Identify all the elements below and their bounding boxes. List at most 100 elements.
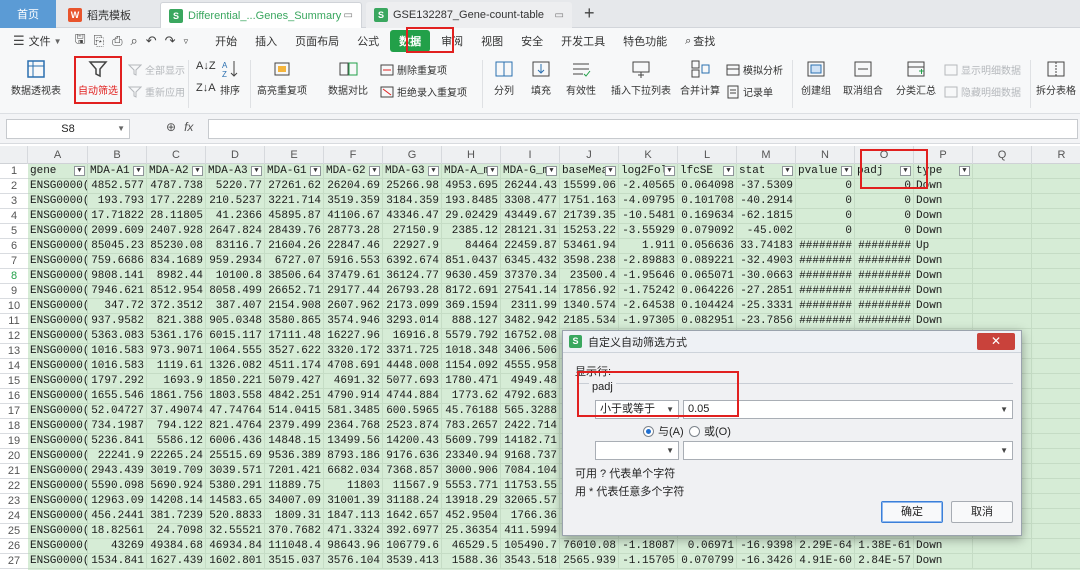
empty-cell[interactable] [1032,269,1080,284]
column-title-cell[interactable]: MDA-G_m ▼ [501,164,560,179]
filter-dropdown-icon[interactable]: ▼ [251,166,262,176]
table-cell[interactable]: 392.6977 [383,524,442,539]
row-header-19[interactable]: 19 [0,434,28,449]
table-cell[interactable]: 381.7239 [147,509,206,524]
table-cell[interactable]: ######## [796,239,855,254]
row-header-10[interactable]: 10 [0,299,28,314]
filter-dropdown-icon[interactable]: ▼ [959,166,970,176]
table-cell[interactable]: 45895.87 [265,209,324,224]
table-cell[interactable]: 6727.07 [265,254,324,269]
table-cell[interactable]: 1588.36 [442,554,501,569]
table-cell[interactable]: 0.064098 [678,179,737,194]
table-cell[interactable]: 15253.22 [560,224,619,239]
table-cell[interactable]: 41106.67 [324,209,383,224]
table-cell[interactable]: Down [914,209,973,224]
empty-cell[interactable] [1032,374,1080,389]
table-cell[interactable]: 210.5237 [206,194,265,209]
sort-button[interactable]: AZ 排序 [216,56,244,97]
table-cell[interactable]: 98643.96 [324,539,383,554]
table-cell[interactable]: ######## [796,299,855,314]
menu-start[interactable]: 开始 [206,30,246,52]
table-cell[interactable]: Up [914,239,973,254]
table-cell[interactable]: 5916.553 [324,254,383,269]
table-cell[interactable]: 1642.657 [383,509,442,524]
column-header-c[interactable]: C [147,146,206,164]
table-cell[interactable]: 0.104424 [678,299,737,314]
column-header-l[interactable]: L [678,146,737,164]
column-title-cell[interactable]: gene ▼ [28,164,88,179]
table-cell[interactable]: 6682.034 [324,464,383,479]
table-cell[interactable]: 14208.14 [147,494,206,509]
table-cell[interactable]: -30.0663 [737,269,796,284]
table-cell[interactable]: 43269 [88,539,147,554]
table-cell[interactable]: 1655.546 [88,389,147,404]
table-cell[interactable]: 3574.946 [324,314,383,329]
table-cell[interactable]: 8982.44 [147,269,206,284]
column-header-g[interactable]: G [383,146,442,164]
table-cell[interactable]: 3184.359 [383,194,442,209]
filter-dropdown-icon[interactable]: ▼ [192,166,203,176]
or-radio[interactable]: 或(O) [689,423,731,439]
table-cell[interactable]: 33.74183 [737,239,796,254]
table-cell[interactable]: 0 [855,194,914,209]
table-cell[interactable]: Down [914,554,973,569]
row-header-23[interactable]: 23 [0,494,28,509]
file-menu[interactable]: ☰ 文件 ▼ [0,30,71,52]
table-cell[interactable]: 3515.037 [265,554,324,569]
table-cell[interactable]: 32065.57 [501,494,560,509]
table-cell[interactable]: 0.082951 [678,314,737,329]
table-cell[interactable]: 15599.06 [560,179,619,194]
menu-search[interactable]: ⌕ 查找 [676,30,724,52]
table-cell[interactable]: 26244.43 [501,179,560,194]
table-cell[interactable]: ENSG0000( [28,209,88,224]
table-cell[interactable]: 851.0437 [442,254,501,269]
table-cell[interactable]: 6006.436 [206,434,265,449]
column-header-f[interactable]: F [324,146,383,164]
table-cell[interactable]: 1.911 [619,239,678,254]
table-cell[interactable]: 411.5994 [501,524,560,539]
table-cell[interactable]: -23.7856 [737,314,796,329]
table-cell[interactable]: 25.36354 [442,524,501,539]
new-tab-button[interactable]: + [584,4,595,22]
table-cell[interactable]: 3293.014 [383,314,442,329]
row-header-5[interactable]: 5 [0,224,28,239]
sort-descending-icon[interactable]: Z↓A [196,82,216,94]
table-cell[interactable]: ENSG0000( [28,179,88,194]
table-cell[interactable]: 1602.801 [206,554,265,569]
table-cell[interactable]: 1773.62 [442,389,501,404]
table-cell[interactable]: 5586.12 [147,434,206,449]
table-cell[interactable]: 9630.459 [442,269,501,284]
filter-dropdown-icon[interactable]: ▼ [664,166,675,176]
table-cell[interactable]: 0 [796,209,855,224]
table-cell[interactable]: 2523.874 [383,419,442,434]
table-cell[interactable]: 22265.24 [147,449,206,464]
menu-page-layout[interactable]: 页面布局 [286,30,348,52]
fill-button[interactable]: 填充 [526,56,556,97]
table-cell[interactable]: 821.4764 [206,419,265,434]
table-cell[interactable]: 0 [855,209,914,224]
print-preview-icon[interactable]: ⌕ [126,33,141,49]
table-cell[interactable]: 0.064226 [678,284,737,299]
validity-button[interactable]: 有效性 [562,56,600,97]
table-cell[interactable]: 4691.32 [324,374,383,389]
table-cell[interactable]: 52.04727 [88,404,147,419]
table-cell[interactable]: ######## [796,314,855,329]
table-cell[interactable]: 5579.792 [442,329,501,344]
table-cell[interactable]: 27541.14 [501,284,560,299]
table-cell[interactable]: 834.1689 [147,254,206,269]
create-group-button[interactable]: 创建组 [798,56,834,97]
hide-detail-button[interactable]: 隐藏明细数据 [944,84,1021,99]
column-title-cell[interactable]: stat ▼ [737,164,796,179]
table-cell[interactable]: 0.079092 [678,224,737,239]
row-header-21[interactable]: 21 [0,464,28,479]
table-cell[interactable]: -2.89883 [619,254,678,269]
table-cell[interactable]: 3539.413 [383,554,442,569]
column-title-cell[interactable]: log2Fol ▼ [619,164,678,179]
filter-dropdown-icon[interactable]: ▼ [900,166,911,176]
table-cell[interactable]: 1693.9 [147,374,206,389]
table-cell[interactable]: 8058.499 [206,284,265,299]
table-cell[interactable]: 1154.092 [442,359,501,374]
table-cell[interactable]: 17.71822 [88,209,147,224]
tab-pin-icon[interactable]: ▭ [344,10,353,21]
table-cell[interactable]: 1016.583 [88,359,147,374]
